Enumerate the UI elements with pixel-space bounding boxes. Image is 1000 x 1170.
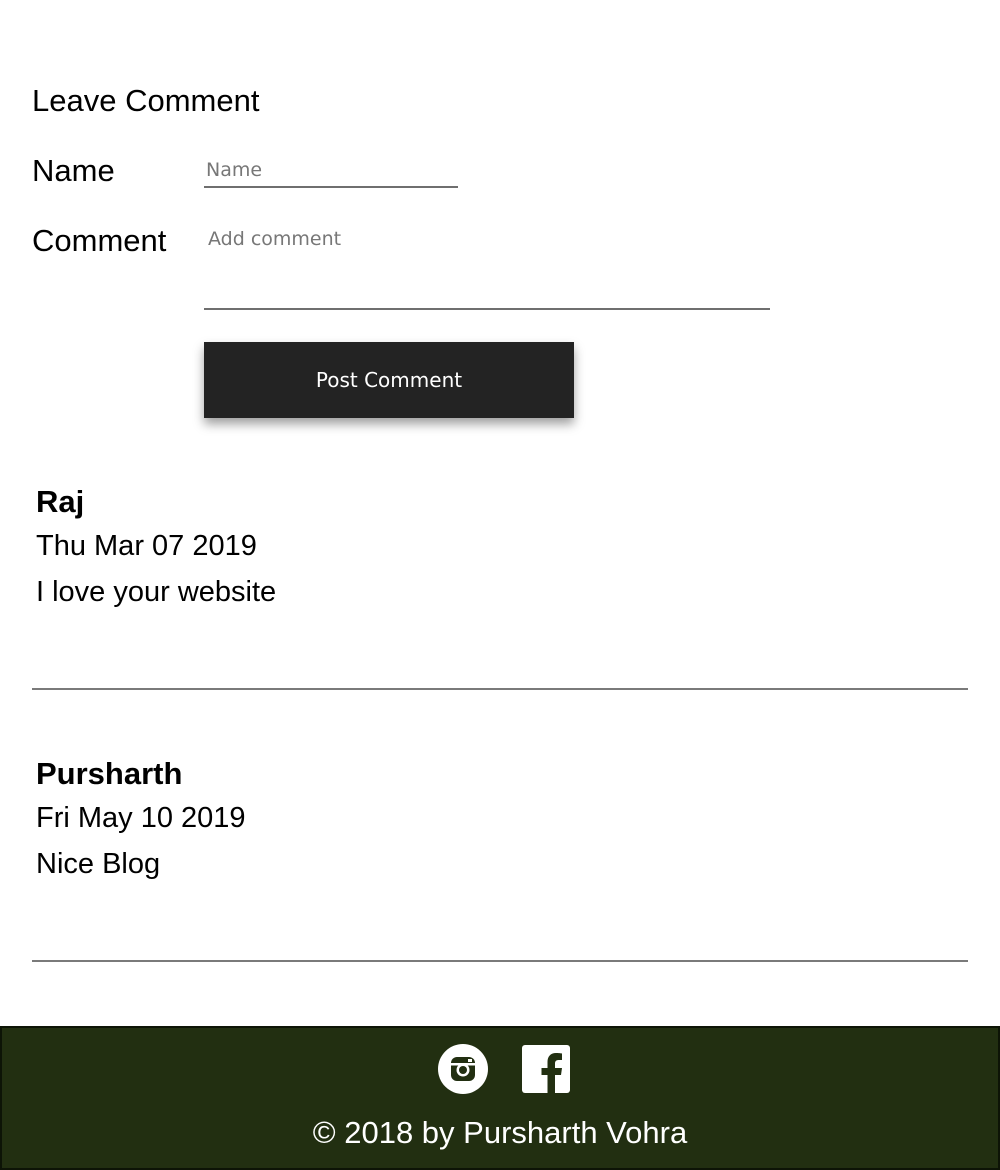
- copyright-text: © 2018 by Pursharth Vohra: [312, 1115, 688, 1150]
- name-input[interactable]: [204, 156, 458, 188]
- name-label: Name: [32, 153, 115, 188]
- comment-label: Comment: [32, 223, 167, 258]
- instagram-icon-graphic: [438, 1044, 488, 1094]
- comment-divider: [32, 960, 968, 962]
- facebook-icon[interactable]: [521, 1044, 571, 1094]
- comment-item: Raj Thu Mar 07 2019 I love your website: [36, 482, 276, 612]
- site-footer: © 2018 by Pursharth Vohra: [0, 1026, 1000, 1170]
- comment-date: Fri May 10 2019: [36, 802, 246, 834]
- facebook-icon-graphic: [522, 1045, 570, 1093]
- comment-divider: [32, 688, 968, 690]
- comment-author: Pursharth: [36, 756, 183, 791]
- comment-author: Raj: [36, 484, 85, 519]
- leave-comment-heading: Leave Comment: [32, 83, 260, 118]
- instagram-icon[interactable]: [438, 1044, 488, 1094]
- comment-text: Nice Blog: [36, 848, 161, 880]
- comment-textarea[interactable]: [204, 226, 770, 310]
- post-comment-button[interactable]: Post Comment: [204, 342, 574, 418]
- comment-item: Pursharth Fri May 10 2019 Nice Blog: [36, 754, 246, 884]
- comment-text: I love your website: [36, 576, 277, 608]
- comment-date: Thu Mar 07 2019: [36, 530, 257, 562]
